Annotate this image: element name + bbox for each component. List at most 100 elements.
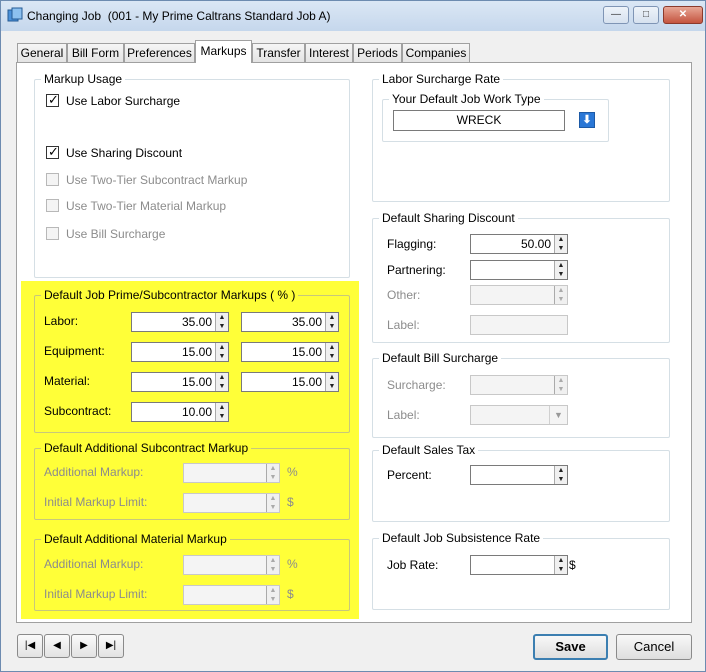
- sales-tax-percent-spinner[interactable]: ▲ ▼: [470, 465, 568, 485]
- arrow-up-icon[interactable]: ▲: [267, 556, 279, 565]
- spinner-arrows[interactable]: ▲ ▼: [325, 343, 338, 361]
- spinner-arrows[interactable]: ▲ ▼: [554, 261, 567, 279]
- partnering-spinner[interactable]: ▲ ▼: [470, 260, 568, 280]
- sub-additional-markup-spinner[interactable]: ▲ ▼: [183, 463, 280, 483]
- cancel-button[interactable]: Cancel: [616, 634, 692, 660]
- percent-unit: %: [287, 557, 298, 571]
- use-bill-surcharge-checkbox[interactable]: [46, 227, 59, 240]
- arrow-down-icon[interactable]: ▼: [555, 565, 567, 574]
- subcontract-prime-markup-spinner[interactable]: 10.00 ▲ ▼: [131, 402, 229, 422]
- spinner-arrows[interactable]: ▲ ▼: [266, 556, 279, 574]
- arrow-up-icon[interactable]: ▲: [267, 464, 279, 473]
- surcharge-spinner[interactable]: ▲ ▼: [470, 375, 568, 395]
- arrow-down-icon[interactable]: ▼: [326, 382, 338, 391]
- spinner-arrows[interactable]: ▲ ▼: [325, 313, 338, 331]
- use-sharing-discount-checkbox[interactable]: ✓: [46, 144, 59, 159]
- material-prime-value: 15.00: [181, 375, 212, 389]
- equipment-prime-markup-spinner[interactable]: 15.00 ▲ ▼: [131, 342, 229, 362]
- arrow-up-icon[interactable]: ▲: [555, 376, 567, 385]
- arrow-up-icon[interactable]: ▲: [555, 261, 567, 270]
- labor-sub-markup-spinner[interactable]: 35.00 ▲ ▼: [241, 312, 339, 332]
- spinner-arrows[interactable]: ▲ ▼: [554, 235, 567, 253]
- job-rate-spinner[interactable]: ▲ ▼: [470, 555, 568, 575]
- arrow-up-icon[interactable]: ▲: [555, 466, 567, 475]
- spinner-arrows[interactable]: ▲ ▼: [554, 376, 567, 394]
- minimize-button[interactable]: —: [603, 6, 629, 24]
- arrow-up-icon[interactable]: ▲: [216, 343, 228, 352]
- other-spinner[interactable]: ▲ ▼: [470, 285, 568, 305]
- next-record-button[interactable]: ▶: [71, 634, 97, 658]
- arrow-down-icon[interactable]: ▼: [216, 352, 228, 361]
- arrow-up-icon[interactable]: ▲: [326, 343, 338, 352]
- use-two-tier-subcontract-checkbox[interactable]: [46, 173, 59, 186]
- arrow-down-icon[interactable]: ▼: [555, 244, 567, 253]
- last-record-button[interactable]: ▶|: [98, 634, 124, 658]
- bill-surcharge-label-combo[interactable]: ▼: [470, 405, 568, 425]
- arrow-down-icon[interactable]: ▼: [555, 475, 567, 484]
- material-sub-markup-spinner[interactable]: 15.00 ▲ ▼: [241, 372, 339, 392]
- arrow-down-icon[interactable]: ▼: [267, 565, 279, 574]
- arrow-down-icon[interactable]: ▼: [326, 322, 338, 331]
- arrow-down-icon[interactable]: ▼: [267, 503, 279, 512]
- arrow-down-icon[interactable]: ⬇: [579, 112, 595, 128]
- arrow-down-icon[interactable]: ▼: [326, 352, 338, 361]
- arrow-up-icon[interactable]: ▲: [555, 556, 567, 565]
- material-prime-markup-spinner[interactable]: 15.00 ▲ ▼: [131, 372, 229, 392]
- arrow-down-icon[interactable]: ▼: [555, 295, 567, 304]
- spinner-arrows[interactable]: ▲ ▼: [266, 464, 279, 482]
- arrow-up-icon[interactable]: ▲: [326, 373, 338, 382]
- spinner-arrows[interactable]: ▲ ▼: [215, 313, 228, 331]
- sharing-label-field[interactable]: [470, 315, 568, 335]
- tab-periods[interactable]: Periods: [353, 43, 402, 63]
- tab-bill-form[interactable]: Bill Form: [67, 43, 124, 63]
- tab-general[interactable]: General: [17, 43, 67, 63]
- previous-record-button[interactable]: ◀: [44, 634, 70, 658]
- tab-markups[interactable]: Markups: [195, 40, 252, 63]
- arrow-up-icon[interactable]: ▲: [555, 286, 567, 295]
- arrow-down-icon[interactable]: ▼: [555, 270, 567, 279]
- arrow-down-icon[interactable]: ▼: [267, 473, 279, 482]
- arrow-up-icon[interactable]: ▲: [555, 235, 567, 244]
- arrow-down-icon[interactable]: ▼: [216, 322, 228, 331]
- spinner-arrows[interactable]: ▲ ▼: [554, 556, 567, 574]
- arrow-up-icon[interactable]: ▲: [267, 494, 279, 503]
- sub-initial-markup-limit-spinner[interactable]: ▲ ▼: [183, 493, 280, 513]
- work-type-field[interactable]: WRECK: [393, 110, 565, 131]
- labor-prime-markup-spinner[interactable]: 35.00 ▲ ▼: [131, 312, 229, 332]
- arrow-down-icon[interactable]: ▼: [267, 595, 279, 604]
- spinner-arrows[interactable]: ▲ ▼: [215, 403, 228, 421]
- arrow-down-icon[interactable]: ▼: [216, 412, 228, 421]
- spinner-arrows[interactable]: ▲ ▼: [215, 343, 228, 361]
- mat-additional-markup-spinner[interactable]: ▲ ▼: [183, 555, 280, 575]
- tab-interest[interactable]: Interest: [305, 43, 353, 63]
- equipment-sub-markup-spinner[interactable]: 15.00 ▲ ▼: [241, 342, 339, 362]
- arrow-up-icon[interactable]: ▲: [216, 403, 228, 412]
- arrow-down-icon[interactable]: ▼: [555, 385, 567, 394]
- arrow-down-icon[interactable]: ▼: [216, 382, 228, 391]
- arrow-up-icon[interactable]: ▲: [216, 313, 228, 322]
- tab-transfer[interactable]: Transfer: [252, 43, 305, 63]
- spinner-arrows[interactable]: ▲ ▼: [554, 286, 567, 304]
- tab-preferences[interactable]: Preferences: [124, 43, 195, 63]
- arrow-up-icon[interactable]: ▲: [267, 586, 279, 595]
- spinner-arrows[interactable]: ▲ ▼: [554, 466, 567, 484]
- tab-companies[interactable]: Companies: [402, 43, 470, 63]
- chevron-down-icon[interactable]: ▼: [549, 406, 567, 424]
- first-record-button[interactable]: |◀: [17, 634, 43, 658]
- arrow-up-icon[interactable]: ▲: [216, 373, 228, 382]
- spinner-arrows[interactable]: ▲ ▼: [325, 373, 338, 391]
- use-sharing-discount-label: Use Sharing Discount: [66, 146, 183, 160]
- flagging-spinner[interactable]: 50.00 ▲ ▼: [470, 234, 568, 254]
- labor-sub-value: 35.00: [291, 315, 322, 329]
- spinner-arrows[interactable]: ▲ ▼: [215, 373, 228, 391]
- arrow-up-icon[interactable]: ▲: [326, 313, 338, 322]
- spinner-arrows[interactable]: ▲ ▼: [266, 494, 279, 512]
- use-labor-surcharge-checkbox[interactable]: ✓: [46, 92, 59, 107]
- mat-initial-markup-limit-spinner[interactable]: ▲ ▼: [183, 585, 280, 605]
- maximize-button[interactable]: □: [633, 6, 659, 24]
- close-button[interactable]: ✕: [663, 6, 703, 24]
- spinner-arrows[interactable]: ▲ ▼: [266, 586, 279, 604]
- percent-label: Percent:: [387, 468, 432, 482]
- use-two-tier-material-checkbox[interactable]: [46, 199, 59, 212]
- save-button[interactable]: Save: [533, 634, 608, 660]
